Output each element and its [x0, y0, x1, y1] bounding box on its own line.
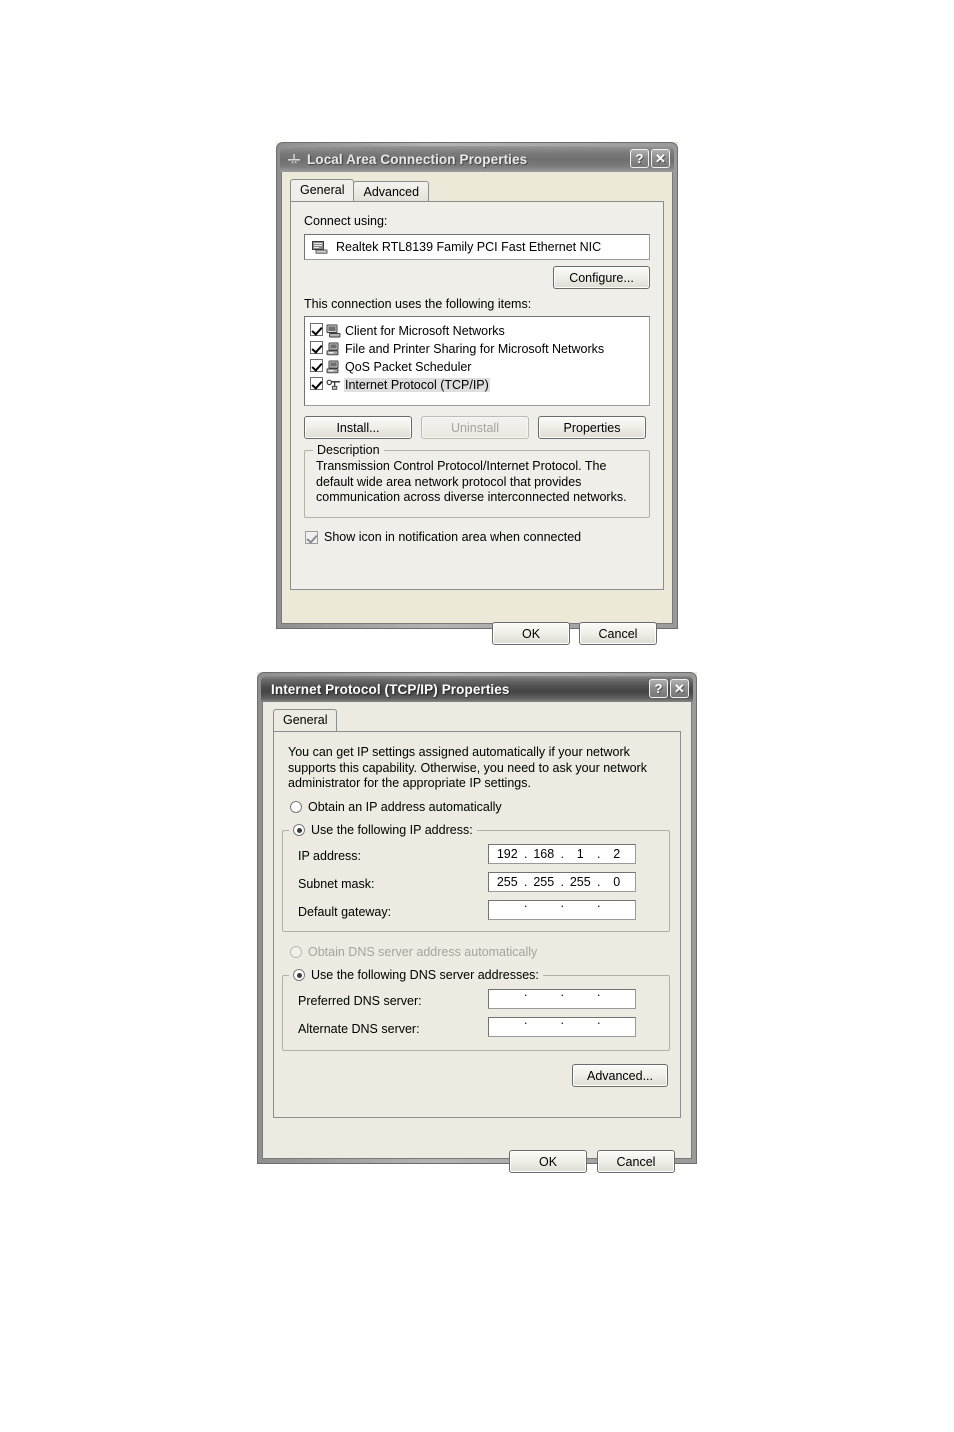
radio[interactable] — [290, 801, 302, 813]
network-adapter-icon — [312, 241, 328, 254]
cancel-button[interactable]: Cancel — [597, 1150, 675, 1173]
preferred-dns-input[interactable] — [488, 985, 636, 1009]
use-following-dns-label: Use the following DNS server addresses: — [311, 968, 539, 982]
configure-button[interactable]: Configure... — [553, 266, 650, 289]
components-list[interactable]: Client for Microsoft Networks File and P… — [304, 316, 650, 406]
advanced-button[interactable]: Advanced... — [572, 1064, 668, 1087]
titlebar-buttons: ? ✕ — [630, 149, 670, 168]
manual-dns-group: Use the following DNS server addresses: … — [282, 968, 670, 1051]
description-group: Description Transmission Control Protoco… — [304, 443, 650, 518]
window-body: General Advanced Connect using: Realtek … — [281, 172, 673, 645]
qos-service-icon — [326, 360, 339, 374]
ip-octet-4[interactable]: 2 — [599, 847, 636, 861]
ip-octet-1[interactable]: 192 — [489, 847, 527, 861]
list-item-label: QoS Packet Scheduler — [345, 360, 472, 374]
obtain-dns-automatically-radio: Obtain DNS server address automatically — [290, 945, 537, 959]
client-service-icon — [326, 324, 341, 338]
ok-button[interactable]: OK — [492, 622, 570, 645]
use-following-dns-radio[interactable]: Use the following DNS server addresses: — [289, 968, 543, 982]
list-item-label: Internet Protocol (TCP/IP) — [344, 378, 490, 392]
general-tab-panel: Connect using: Realtek RTL8139 Family PC… — [290, 201, 664, 590]
list-item[interactable]: Client for Microsoft Networks — [310, 322, 645, 340]
description-group-title: Description — [313, 443, 384, 457]
default-gateway-label: Default gateway: — [298, 905, 392, 919]
list-item[interactable]: File and Printer Sharing for Microsoft N… — [310, 340, 645, 358]
help-button[interactable]: ? — [630, 149, 649, 168]
tab-general[interactable]: General — [273, 709, 338, 731]
radio — [290, 946, 302, 958]
checkbox[interactable] — [305, 530, 318, 544]
show-icon-checkbox[interactable]: Show icon in notification area when conn… — [305, 530, 581, 544]
tab-strip: General — [273, 709, 683, 731]
checkbox[interactable] — [310, 359, 323, 375]
ip-address-label: IP address: — [298, 849, 362, 863]
use-following-ip-radio[interactable]: Use the following IP address: — [289, 823, 477, 837]
ok-button[interactable]: OK — [509, 1150, 587, 1173]
general-tab-panel: You can get IP settings assigned automat… — [273, 731, 681, 1118]
tab-general[interactable]: General — [290, 179, 355, 201]
checkbox[interactable] — [310, 323, 323, 339]
file-sharing-icon — [326, 342, 339, 356]
items-label: This connection uses the following items… — [304, 297, 532, 311]
manual-ip-group: Use the following IP address: IP address… — [282, 823, 670, 932]
adapter-name: Realtek RTL8139 Family PCI Fast Ethernet… — [336, 240, 602, 254]
window-title: Local Area Connection Properties — [307, 151, 528, 167]
default-gateway-input[interactable] — [488, 896, 636, 920]
help-button[interactable]: ? — [649, 679, 668, 698]
list-item-label: Client for Microsoft Networks — [345, 324, 505, 338]
close-button[interactable]: ✕ — [670, 679, 689, 698]
adapter-field[interactable]: Realtek RTL8139 Family PCI Fast Ethernet… — [304, 234, 650, 260]
close-button[interactable]: ✕ — [651, 149, 670, 168]
radio[interactable] — [293, 969, 305, 981]
ip-octet-2[interactable]: 168 — [526, 847, 563, 861]
checkbox[interactable] — [310, 341, 323, 357]
titlebar-buttons: ? ✕ — [649, 679, 689, 698]
obtain-ip-automatically-radio[interactable]: Obtain an IP address automatically — [290, 800, 502, 814]
subnet-octet-1[interactable]: 255 — [489, 875, 527, 889]
cancel-button[interactable]: Cancel — [579, 622, 657, 645]
list-item-label: File and Printer Sharing for Microsoft N… — [345, 342, 605, 356]
properties-button[interactable]: Properties — [538, 416, 646, 439]
subnet-mask-label: Subnet mask: — [298, 877, 375, 891]
list-item[interactable]: QoS Packet Scheduler — [310, 358, 645, 376]
window-frame: Internet Protocol (TCP/IP) Properties ? … — [257, 672, 697, 1173]
tab-strip: General Advanced — [290, 179, 664, 201]
ip-address-input[interactable]: 192 168 1 2 — [488, 844, 636, 864]
local-area-connection-properties-window: Local Area Connection Properties ? ✕ Gen… — [276, 142, 678, 645]
window-frame: Local Area Connection Properties ? ✕ Gen… — [276, 142, 678, 645]
titlebar[interactable]: Local Area Connection Properties ? ✕ — [280, 146, 674, 172]
protocol-icon — [326, 379, 340, 390]
checkbox[interactable] — [310, 377, 323, 393]
connect-using-label: Connect using: — [304, 214, 388, 228]
ip-octet-3[interactable]: 1 — [562, 847, 600, 861]
obtain-ip-automatically-label: Obtain an IP address automatically — [308, 800, 502, 814]
list-item[interactable]: Internet Protocol (TCP/IP) — [310, 376, 645, 394]
uninstall-button: Uninstall — [421, 416, 529, 439]
window-body: General You can get IP settings assigned… — [262, 702, 692, 1173]
tcpip-properties-window: Internet Protocol (TCP/IP) Properties ? … — [257, 672, 697, 1173]
install-button[interactable]: Install... — [304, 416, 412, 439]
intro-text: You can get IP settings assigned automat… — [288, 745, 647, 790]
subnet-octet-3[interactable]: 255 — [562, 875, 600, 889]
titlebar[interactable]: Internet Protocol (TCP/IP) Properties ? … — [261, 676, 693, 702]
subnet-mask-input[interactable]: 255 255 255 0 — [488, 872, 636, 892]
preferred-dns-label: Preferred DNS server: — [298, 994, 422, 1008]
subnet-octet-2[interactable]: 255 — [526, 875, 563, 889]
window-title: Internet Protocol (TCP/IP) Properties — [271, 681, 510, 697]
subnet-octet-4[interactable]: 0 — [599, 875, 636, 889]
alternate-dns-input[interactable] — [488, 1013, 636, 1037]
network-connection-icon — [288, 154, 300, 164]
obtain-dns-automatically-label: Obtain DNS server address automatically — [308, 945, 538, 959]
alternate-dns-label: Alternate DNS server: — [298, 1022, 420, 1036]
description-text: Transmission Control Protocol/Internet P… — [316, 459, 627, 504]
show-icon-label: Show icon in notification area when conn… — [324, 530, 582, 544]
use-following-ip-label: Use the following IP address: — [311, 823, 473, 837]
radio[interactable] — [293, 824, 305, 836]
tab-advanced[interactable]: Advanced — [353, 181, 430, 201]
